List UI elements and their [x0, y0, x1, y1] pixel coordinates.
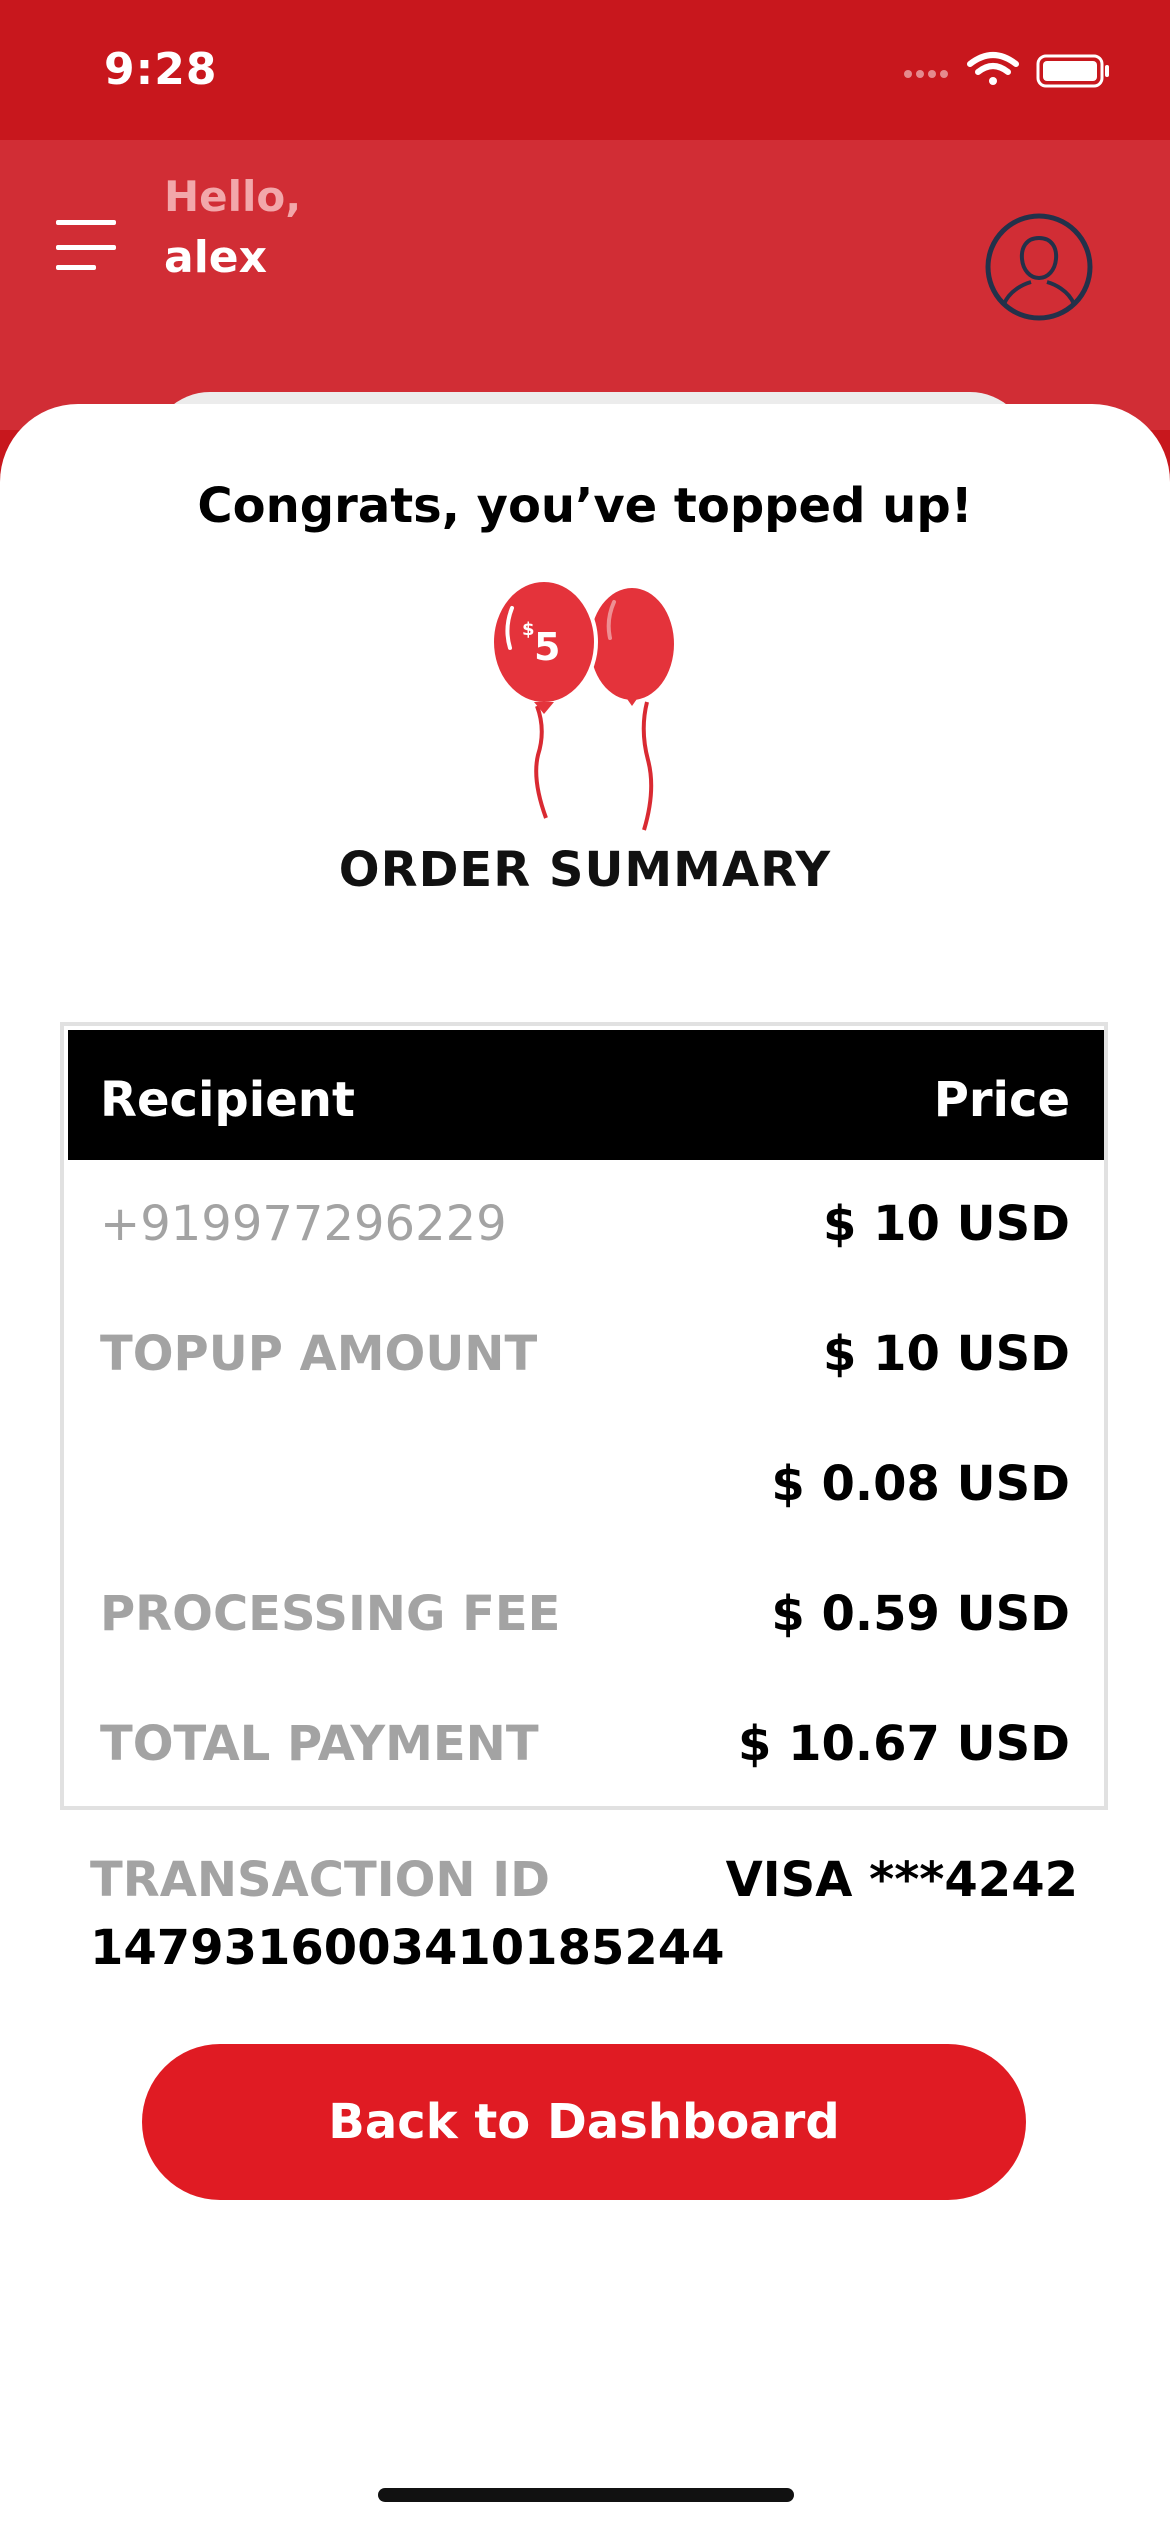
recipient-number: +919977296229: [100, 1196, 507, 1252]
transaction-id-value: 1479316003410185244: [90, 1920, 725, 1976]
greeting-text: Hello,: [164, 172, 302, 221]
unlabeled-row-value: $ 0.08 USD: [771, 1456, 1070, 1512]
processing-fee-label: PROCESSING FEE: [100, 1586, 561, 1642]
order-summary-table: Recipient Price +919977296229 $ 10 USD T…: [60, 1022, 1108, 1810]
hamburger-menu-icon[interactable]: [56, 218, 120, 272]
table-row: +919977296229 $ 10 USD: [68, 1160, 1104, 1290]
balloons-icon: $ 5: [490, 580, 674, 831]
transaction-id-label: TRANSACTION ID: [90, 1852, 550, 1908]
balloon-amount: 5: [534, 625, 560, 669]
battery-icon: [1036, 54, 1109, 88]
total-payment-value: $ 10.67 USD: [737, 1716, 1070, 1772]
home-indicator[interactable]: [378, 2488, 794, 2502]
processing-fee-value: $ 0.59 USD: [771, 1586, 1070, 1642]
topup-amount-label: TOPUP AMOUNT: [100, 1326, 538, 1382]
payment-card-label: VISA ***4242: [725, 1852, 1078, 1908]
username-text: alex: [164, 232, 267, 283]
total-payment-label: TOTAL PAYMENT: [100, 1716, 539, 1772]
table-row: $ 0.08 USD: [68, 1420, 1104, 1550]
table-row: TOTAL PAYMENT $ 10.67 USD: [68, 1680, 1104, 1810]
user-avatar-icon[interactable]: [984, 212, 1094, 322]
status-icons: [904, 52, 1109, 88]
column-header-price: Price: [933, 1072, 1070, 1128]
status-bar: 9:28: [0, 0, 1170, 140]
table-row: TOPUP AMOUNT $ 10 USD: [68, 1290, 1104, 1420]
order-summary-title: ORDER SUMMARY: [338, 842, 832, 898]
back-to-dashboard-button[interactable]: Back to Dashboard: [142, 2044, 1026, 2200]
wifi-icon: [967, 52, 1019, 85]
topup-amount-value: $ 10 USD: [822, 1326, 1070, 1382]
table-header-row: Recipient Price: [68, 1030, 1104, 1160]
signal-dots-icon: [904, 70, 948, 78]
status-time: 9:28: [104, 44, 218, 95]
table-row: PROCESSING FEE $ 0.59 USD: [68, 1550, 1104, 1680]
column-header-recipient: Recipient: [100, 1072, 355, 1128]
balloon-dollar-sign: $: [522, 619, 535, 640]
congrats-title: Congrats, you’ve topped up!: [197, 478, 973, 534]
recipient-price: $ 10 USD: [822, 1196, 1070, 1252]
